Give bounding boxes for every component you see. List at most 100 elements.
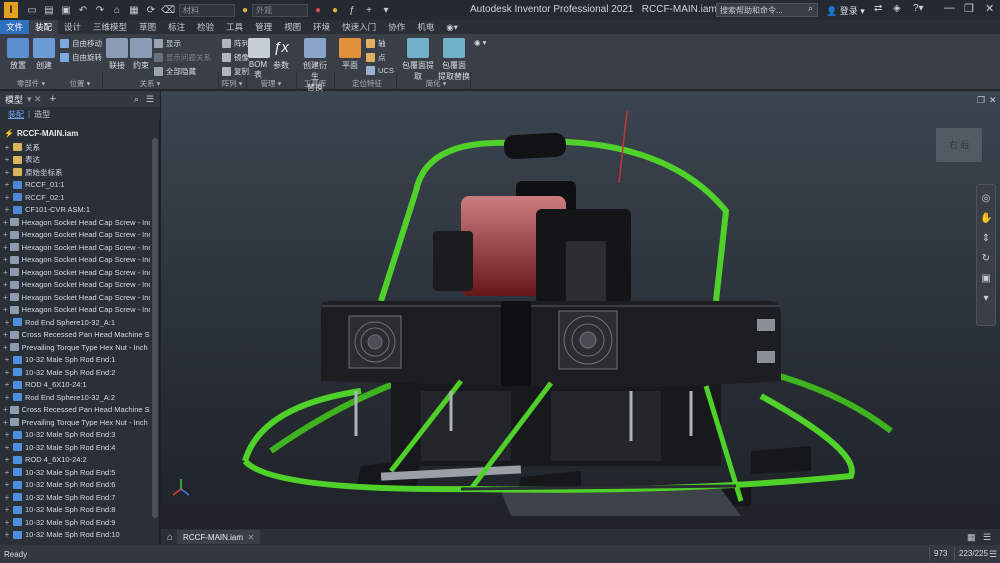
return-icon[interactable]: ⌫ [161, 3, 175, 17]
tab-assemble[interactable]: 装配 [29, 20, 59, 34]
browser-node[interactable]: + Hexagon Socket Head Cap Screw - Inch [0, 279, 150, 292]
expand-icon[interactable]: + [3, 143, 11, 152]
status-menu-icon[interactable]: ☰ [989, 549, 997, 560]
browser-node[interactable]: + 表达 [0, 154, 150, 167]
ucs-button[interactable]: UCS [366, 66, 394, 75]
shrinkwrap-substitute-button[interactable]: 包覆面 提取替换 [438, 38, 470, 82]
tile-windows-icon[interactable]: ▦ [967, 532, 976, 543]
browser-node[interactable]: + Hexagon Socket Head Cap Screw - Inch [0, 291, 150, 304]
expand-icon[interactable]: + [3, 318, 11, 327]
undo-icon[interactable]: ↶ [76, 3, 90, 17]
expand-icon[interactable]: + [3, 243, 8, 252]
panel-pattern[interactable]: 阵列 ▾ [218, 78, 246, 89]
browser-node[interactable]: + Hexagon Socket Head Cap Screw - Inch [0, 254, 150, 267]
browser-tab-model[interactable]: 模型 [5, 93, 23, 106]
close-icon[interactable]: ✕ [985, 2, 994, 15]
expand-icon[interactable]: + [3, 330, 8, 339]
browser-node[interactable]: +10-32 Male Sph Rod End:10 [0, 529, 150, 542]
close-doc-icon[interactable]: ✕ [248, 533, 255, 542]
browser-node[interactable]: + Hexagon Socket Head Cap Screw - Inch [0, 216, 150, 229]
expand-icon[interactable]: + [3, 230, 8, 239]
tab-view[interactable]: 视图 [278, 20, 307, 34]
expand-icon[interactable]: + [3, 218, 8, 227]
clear-appearance-icon[interactable]: ● [311, 3, 325, 17]
expand-icon[interactable]: + [3, 493, 11, 502]
expand-icon[interactable]: + [3, 393, 11, 402]
browser-node[interactable]: + ROD 4_6X10-24:2 [0, 454, 150, 467]
color-wheel-icon[interactable]: ● [238, 3, 252, 17]
create-button[interactable]: 创建 [32, 38, 56, 71]
tab-electromechanical[interactable]: 机电 [411, 20, 440, 34]
browser-node[interactable]: + RCCF_02:1 [0, 191, 150, 204]
a360-icon[interactable]: ◈ [893, 3, 901, 14]
tab-collaborate[interactable]: 协作 [382, 20, 411, 34]
bom-button[interactable]: BOM 表 [248, 38, 270, 80]
cart-icon[interactable]: ⇄ [874, 3, 882, 14]
subtab-assembly[interactable]: 装配 [8, 109, 24, 120]
hide-all-button[interactable]: 全部隐藏 [154, 66, 196, 77]
expand-icon[interactable]: + [3, 280, 8, 289]
place-button[interactable]: 放置 [6, 38, 30, 71]
expand-icon[interactable]: + [3, 180, 11, 189]
material-combo[interactable]: 材料 [179, 3, 235, 17]
document-tab[interactable]: RCCF-MAIN.iam ✕ [177, 530, 261, 544]
dropdown-icon[interactable]: ▾ [379, 3, 393, 17]
panel-productivity[interactable]: 工具库 [298, 78, 332, 89]
doc-menu-icon[interactable]: ☰ [983, 532, 991, 543]
tab-get-started[interactable]: 快速入门 [336, 20, 382, 34]
constrain-button[interactable]: 约束 [130, 38, 152, 71]
fx-icon[interactable]: ƒ [345, 3, 359, 17]
parameters-button[interactable]: ƒx 参数 [270, 38, 292, 71]
tab-design[interactable]: 设计 [58, 20, 87, 34]
browser-node[interactable]: + Prevailing Torque Type Hex Nut - Inch (… [0, 341, 150, 354]
minimize-icon[interactable]: — [944, 2, 955, 14]
panel-simplification[interactable]: 简化 ▾ [416, 78, 456, 89]
browser-node[interactable]: + Hexagon Socket Head Cap Screw - Inch [0, 241, 150, 254]
expand-icon[interactable]: + [3, 343, 8, 352]
close-tab-icon[interactable]: ▾ ✕ [27, 94, 42, 105]
tab-file[interactable]: 文件 [0, 20, 30, 34]
browser-node[interactable]: + Rod End Sphere10-32_A:2 [0, 391, 150, 404]
tab-3d-model[interactable]: 三维模型 [87, 20, 133, 34]
shrinkwrap-button[interactable]: 包覆面提取 [400, 38, 436, 82]
axis-button[interactable]: 轴 [366, 38, 386, 49]
browser-node[interactable]: +10-32 Male Sph Rod End:7 [0, 491, 150, 504]
nav-options-icon[interactable]: ▾ [980, 293, 992, 305]
viewport-restore-icon[interactable]: ❐ [977, 95, 985, 106]
panel-manage[interactable]: 管理 ▾ [250, 78, 292, 89]
free-move-button[interactable]: 自由移动 [60, 38, 102, 49]
browser-node[interactable]: + Prevailing Torque Type Hex Nut - Inch (… [0, 416, 150, 429]
steering-wheel-icon[interactable]: ◎ [980, 193, 992, 205]
browser-node[interactable]: + 关系 [0, 141, 150, 154]
expand-icon[interactable]: + [3, 430, 11, 439]
home-icon[interactable]: ⌂ [110, 3, 124, 17]
update-icon[interactable]: ⟳ [144, 3, 158, 17]
panel-component[interactable]: 零部件 ▾ [6, 78, 56, 89]
expand-icon[interactable]: + [3, 405, 8, 414]
expand-icon[interactable]: + [3, 380, 11, 389]
browser-node[interactable]: + ROD 4_6X10-24:1 [0, 379, 150, 392]
panel-work-features[interactable]: 定位特征 [344, 78, 390, 89]
browser-node[interactable]: +10-32 Male Sph Rod End:5 [0, 466, 150, 479]
tab-annotate[interactable]: 标注 [162, 20, 191, 34]
expand-icon[interactable]: + [3, 505, 11, 514]
expand-icon[interactable]: + [3, 168, 11, 177]
expand-icon[interactable]: + [3, 268, 8, 277]
point-button[interactable]: 点 [366, 52, 386, 63]
browser-node[interactable]: + Hexagon Socket Head Cap Screw - Inch [0, 304, 150, 317]
tab-environments[interactable]: 环境 [307, 20, 336, 34]
expand-icon[interactable]: + [3, 418, 8, 427]
browser-node[interactable]: + Hexagon Socket Head Cap Screw - Inch [0, 229, 150, 242]
tab-inspect[interactable]: 检验 [191, 20, 220, 34]
look-at-icon[interactable]: ▣ [980, 273, 992, 285]
browser-root[interactable]: ⚡ RCCF-MAIN.iam [4, 129, 78, 138]
expand-icon[interactable]: + [3, 480, 11, 489]
tab-manage[interactable]: 管理 [249, 20, 278, 34]
pattern-button[interactable]: 阵列 [222, 38, 249, 49]
browser-node[interactable]: + Rod End Sphere10-32_A:1 [0, 316, 150, 329]
appearance-combo[interactable]: 外观 [252, 3, 308, 17]
copy-button[interactable]: 复制 [222, 66, 249, 77]
adjust-icon[interactable]: ● [328, 3, 342, 17]
browser-menu-icon[interactable]: ☰ [146, 94, 154, 105]
browser-node[interactable]: + RCCF_01:1 [0, 179, 150, 192]
